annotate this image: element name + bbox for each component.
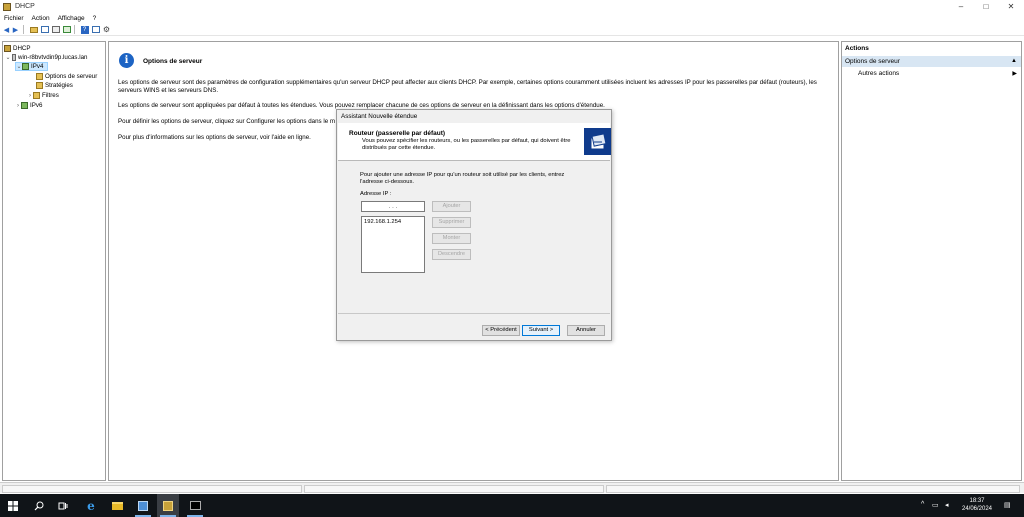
close-button[interactable]: ✕ bbox=[1000, 0, 1022, 13]
actions-header: Actions bbox=[845, 45, 869, 52]
toolbar-separator bbox=[74, 25, 75, 34]
dialog-body: Pour ajouter une adresse IP pour qu'un r… bbox=[338, 162, 610, 312]
remove-button[interactable]: Supprimer bbox=[432, 217, 471, 228]
menu-bar: Fichier Action Affichage ? bbox=[0, 13, 1024, 23]
filter-icon bbox=[33, 92, 40, 99]
cancel-button[interactable]: Annuler bbox=[567, 325, 605, 336]
edge-browser-icon[interactable]: e bbox=[80, 494, 102, 517]
menu-affichage[interactable]: Affichage bbox=[54, 15, 89, 22]
folder-up-icon[interactable] bbox=[29, 25, 38, 34]
dialog-divider bbox=[338, 313, 610, 314]
router-list[interactable]: 192.168.1.254 bbox=[361, 216, 425, 273]
status-bar bbox=[0, 482, 1024, 493]
console-tree-icon[interactable] bbox=[40, 25, 49, 34]
clock-date: 24/06/2024 bbox=[961, 506, 993, 512]
tree-item-label: Options de serveur bbox=[45, 73, 98, 80]
new-scope-wizard-dialog: Assistant Nouvelle étendue Routeur (pass… bbox=[336, 109, 612, 341]
actions-section[interactable]: Options de serveur ▲ bbox=[842, 56, 1021, 67]
dialog-heading: Routeur (passerelle par défaut) bbox=[349, 130, 446, 137]
tree-item-label: Stratégies bbox=[45, 82, 73, 89]
tree-item-dhcp[interactable]: DHCP bbox=[4, 44, 31, 53]
tree-item-label: DHCP bbox=[13, 45, 31, 52]
submenu-arrow-icon[interactable]: ▶ bbox=[1012, 70, 1017, 77]
tree-item-ipv6[interactable]: › IPv6 bbox=[15, 101, 42, 110]
back-button[interactable]: < Précédent bbox=[482, 325, 520, 336]
tree-item-label: IPv4 bbox=[31, 63, 44, 70]
menu-fichier[interactable]: Fichier bbox=[0, 15, 28, 22]
server-manager-icon[interactable] bbox=[132, 494, 154, 517]
status-cell bbox=[606, 485, 1020, 493]
forward-arrow-icon[interactable]: ▶ bbox=[11, 25, 20, 34]
server-icon bbox=[12, 54, 16, 61]
status-cell bbox=[304, 485, 604, 493]
ip-address-value: . . . bbox=[388, 203, 398, 210]
task-view-icon[interactable] bbox=[52, 494, 74, 517]
server-options-icon[interactable]: ⚙ bbox=[102, 25, 111, 34]
menu-help[interactable]: ? bbox=[89, 15, 101, 22]
info-icon: i bbox=[119, 53, 134, 68]
menu-action[interactable]: Action bbox=[28, 15, 54, 22]
instruction-text: Pour ajouter une adresse IP pour qu'un r… bbox=[360, 172, 565, 185]
description-paragraph: Les options de serveur sont des paramètr… bbox=[118, 79, 817, 94]
chevron-down-icon[interactable]: ⌄ bbox=[5, 54, 11, 61]
dialog-header: Routeur (passerelle par défaut) Vous pou… bbox=[338, 123, 611, 161]
more-actions-link[interactable]: Autres actions bbox=[858, 70, 899, 77]
list-item[interactable]: 192.168.1.254 bbox=[364, 219, 401, 225]
tree-item-server-options[interactable]: Options de serveur bbox=[36, 72, 97, 81]
page-title: Options de serveur bbox=[143, 58, 203, 65]
system-clock[interactable]: 18:37 24/06/2024 bbox=[958, 497, 996, 513]
tree-item-policies[interactable]: Stratégies bbox=[36, 81, 73, 90]
clock-time: 18:37 bbox=[969, 498, 985, 504]
console-tree: DHCP ⌄ win-r8bvtvdin9p.lucas.lan ⌄ IPv4 … bbox=[2, 41, 106, 481]
move-up-button[interactable]: Monter bbox=[432, 233, 471, 244]
tree-item-server[interactable]: ⌄ win-r8bvtvdin9p.lucas.lan bbox=[5, 53, 87, 62]
refresh-icon[interactable] bbox=[62, 25, 71, 34]
tree-item-ipv4[interactable]: ⌄ IPv4 bbox=[15, 62, 49, 71]
actions-section-label: Options de serveur bbox=[845, 58, 900, 65]
dhcp-icon bbox=[4, 45, 11, 52]
dialog-title: Assistant Nouvelle étendue bbox=[341, 113, 418, 120]
notification-icon[interactable]: ▤ bbox=[1004, 501, 1011, 509]
search-icon[interactable] bbox=[28, 494, 50, 517]
ipv4-icon bbox=[22, 63, 29, 70]
policies-icon bbox=[36, 82, 43, 89]
command-prompt-icon[interactable] bbox=[184, 494, 206, 517]
toolbar: ◀ ▶ ? ⚙ bbox=[0, 24, 1024, 36]
help-icon[interactable]: ? bbox=[80, 25, 89, 34]
taskbar: e ^ ▭ ◂ 18:37 24/06/2024 ▤ bbox=[0, 494, 1024, 517]
toolbar-separator bbox=[23, 25, 24, 34]
title-bar: DHCP bbox=[0, 0, 1024, 13]
dhcp-taskbar-icon[interactable] bbox=[157, 494, 179, 517]
status-cell bbox=[2, 485, 302, 493]
tree-item-filters[interactable]: › Filtres bbox=[27, 91, 59, 100]
ipv6-icon bbox=[21, 102, 28, 109]
properties-icon[interactable] bbox=[51, 25, 60, 34]
maximize-button[interactable]: □ bbox=[975, 0, 997, 13]
back-arrow-icon[interactable]: ◀ bbox=[2, 25, 11, 34]
window-title: DHCP bbox=[15, 3, 35, 10]
volume-icon[interactable]: ◂ bbox=[945, 501, 949, 509]
tree-item-label: IPv6 bbox=[30, 102, 43, 109]
file-explorer-icon[interactable] bbox=[106, 494, 128, 517]
ip-address-label: Adresse IP : bbox=[360, 191, 392, 197]
minimize-button[interactable]: – bbox=[950, 0, 972, 13]
wizard-logo-icon bbox=[584, 128, 611, 155]
options-icon bbox=[36, 73, 43, 80]
next-button[interactable]: Suivant > bbox=[522, 325, 560, 336]
windows-start-icon[interactable] bbox=[2, 494, 24, 517]
network-icon[interactable]: ▭ bbox=[932, 501, 939, 509]
tree-item-label: win-r8bvtvdin9p.lucas.lan bbox=[18, 54, 88, 61]
chevron-up-icon[interactable]: ^ bbox=[921, 501, 924, 508]
ip-address-input[interactable]: . . . bbox=[361, 201, 425, 212]
dialog-subheading: Vous pouvez spécifier les routeurs, ou l… bbox=[362, 138, 571, 151]
actions-pane: Actions Options de serveur ▲ Autres acti… bbox=[841, 41, 1022, 481]
collapse-caret-icon[interactable]: ▲ bbox=[1011, 56, 1017, 67]
move-down-button[interactable]: Descendre bbox=[432, 249, 471, 260]
tree-item-label: Filtres bbox=[42, 92, 59, 99]
add-button[interactable]: Ajouter bbox=[432, 201, 471, 212]
list-view-icon[interactable] bbox=[91, 25, 100, 34]
dhcp-app-icon bbox=[3, 2, 11, 11]
